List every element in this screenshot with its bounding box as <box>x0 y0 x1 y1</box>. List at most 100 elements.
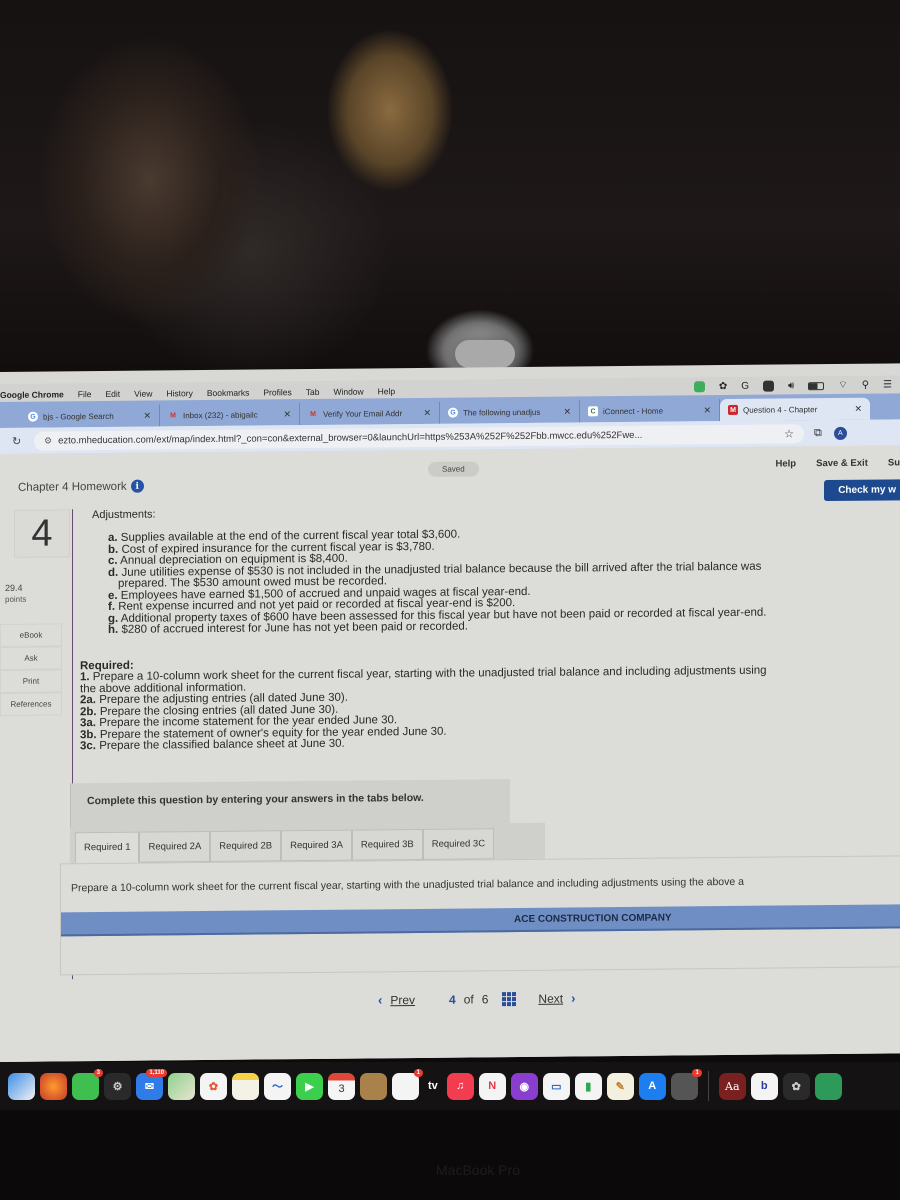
chatgpt-status-icon[interactable]: ✿ <box>719 381 727 392</box>
spotlight-search-icon[interactable]: ⚲ <box>862 380 869 391</box>
save-exit-link[interactable]: Save & Exit <box>816 458 868 469</box>
info-icon[interactable]: i <box>130 479 144 493</box>
references-link[interactable]: References <box>0 692 62 716</box>
pages-icon[interactable]: ✎ <box>606 1072 634 1100</box>
of-label: of <box>463 991 474 1007</box>
maps-icon[interactable] <box>168 1072 195 1100</box>
laptop-screen: Google Chrome File Edit View History Boo… <box>0 363 900 1062</box>
tab-required-3c[interactable]: Required 3C <box>422 828 495 860</box>
assignment-title: Chapter 4 Homework i <box>18 479 144 494</box>
required-section: Required: 1. Prepare a 10-column work sh… <box>80 653 900 753</box>
check-my-work-button[interactable]: Check my w <box>824 479 900 502</box>
podcasts-icon[interactable]: ◉ <box>510 1072 538 1100</box>
next-button[interactable]: Next <box>538 991 563 1005</box>
address-bar[interactable]: ⚙ ezto.mheducation.com/ext/map/index.htm… <box>34 423 804 451</box>
messages-icon[interactable]: 3 <box>72 1068 103 1100</box>
music-icon[interactable]: ♫ <box>446 1072 474 1100</box>
profile-avatar[interactable]: A <box>833 426 847 440</box>
system-settings-icon[interactable]: ⚙ <box>104 1072 131 1100</box>
bookmark-star-icon[interactable]: ☆ <box>784 427 794 440</box>
battery-icon[interactable] <box>808 381 825 390</box>
tab-gmail-inbox[interactable]: M Inbox (232) - abigailc ✕ <box>160 403 300 427</box>
reload-icon[interactable]: ↻ <box>12 434 26 447</box>
tab-label: Question 4 - Chapter <box>743 404 818 415</box>
close-icon[interactable]: ✕ <box>143 410 151 421</box>
item-text: $280 of accrued interest for June has no… <box>121 620 468 636</box>
submit-link[interactable]: Su <box>888 457 900 468</box>
menu-profiles[interactable]: Profiles <box>263 387 291 397</box>
mcgraw-hill-icon: M <box>728 404 738 416</box>
tab-required-3a[interactable]: Required 3A <box>281 829 352 862</box>
grammarly-status-icon[interactable]: G <box>741 381 749 392</box>
site-settings-icon[interactable]: ⚙ <box>44 435 52 446</box>
calendar-icon[interactable]: 3 <box>328 1072 355 1100</box>
photos-icon[interactable]: ✿ <box>200 1072 227 1100</box>
connect-icon: C <box>588 406 598 417</box>
points-label: points <box>5 594 27 604</box>
tab-required-1[interactable]: Required 1 <box>75 831 140 864</box>
tab-question-4[interactable]: M Question 4 - Chapter ✕ <box>720 397 870 422</box>
tab-required-2b[interactable]: Required 2B <box>210 830 282 862</box>
close-icon[interactable]: ✕ <box>854 403 862 414</box>
ask-link[interactable]: Ask <box>0 646 62 670</box>
chevron-left-icon[interactable]: ‹ <box>378 992 382 1007</box>
assignment-header: Chapter 4 Homework i Saved Help Save & E… <box>0 445 900 502</box>
status-app-icon[interactable] <box>693 381 705 393</box>
facetime-icon[interactable]: ▶ <box>296 1072 323 1100</box>
menu-app-name[interactable]: Google Chrome <box>0 389 64 400</box>
print-link[interactable]: Print <box>0 669 62 693</box>
dictionary-icon[interactable]: Aa <box>718 1072 746 1100</box>
notes-icon[interactable] <box>232 1072 259 1100</box>
menu-history[interactable]: History <box>166 388 192 398</box>
tab-google-search[interactable]: G bjs - Google Search ✕ <box>20 404 160 428</box>
close-icon[interactable]: ✕ <box>283 409 291 420</box>
tab-required-3b[interactable]: Required 3B <box>351 828 423 861</box>
bubble-app-icon[interactable]: b <box>750 1072 778 1100</box>
menu-edit[interactable]: Edit <box>105 389 120 399</box>
tab-required-2a[interactable]: Required 2A <box>139 830 211 863</box>
help-link[interactable]: Help <box>776 458 797 469</box>
calendar-day: 3 <box>338 1083 345 1095</box>
question-grid-icon[interactable] <box>502 991 517 1006</box>
close-icon[interactable]: ✕ <box>563 406 571 417</box>
menu-view[interactable]: View <box>134 389 152 399</box>
camera-housing <box>455 340 515 368</box>
apple-tv-icon[interactable]: tv <box>428 1080 438 1092</box>
control-center-icon[interactable]: ☰ <box>883 379 892 390</box>
chevron-right-icon[interactable]: › <box>571 990 575 1005</box>
volume-icon[interactable]: 🔊︎ <box>788 380 794 391</box>
ebook-link[interactable]: eBook <box>0 623 62 647</box>
tab-verify-email[interactable]: M Verify Your Email Addr ✕ <box>300 401 440 426</box>
menu-help[interactable]: Help <box>378 386 395 396</box>
assignment-title-text: Chapter 4 Homework <box>18 480 127 494</box>
mail-icon[interactable]: ✉ 1,110 <box>136 1068 167 1100</box>
close-icon[interactable]: ✕ <box>703 405 711 416</box>
news-icon[interactable]: N <box>478 1072 506 1100</box>
complete-prompt: Complete this question by entering your … <box>87 791 424 808</box>
close-icon[interactable]: ✕ <box>423 407 431 418</box>
url-text[interactable]: ezto.mheducation.com/ext/map/index.html?… <box>58 428 778 446</box>
menu-bookmarks[interactable]: Bookmarks <box>207 388 250 398</box>
prev-button[interactable]: Prev <box>390 993 415 1007</box>
reminders-icon[interactable]: 1 <box>392 1068 423 1100</box>
extensions-icon[interactable]: ⧉ <box>814 427 822 440</box>
wifi-icon[interactable]: ⌔ <box>838 379 847 392</box>
play-status-icon[interactable] <box>762 380 774 392</box>
freeform-icon[interactable]: 〜 <box>264 1072 291 1100</box>
tab-connect-home[interactable]: C iConnect - Home ✕ <box>580 399 720 423</box>
keynote-icon[interactable]: ▭ <box>542 1072 570 1100</box>
menu-window[interactable]: Window <box>333 387 363 397</box>
system-preferences-icon[interactable]: 1 <box>670 1068 702 1100</box>
gmail-icon: M <box>170 411 176 419</box>
firefox-icon[interactable] <box>40 1072 67 1100</box>
item-number: 2a. <box>80 694 96 707</box>
contacts-icon[interactable] <box>360 1072 387 1100</box>
menu-file[interactable]: File <box>78 389 92 399</box>
app-icon[interactable] <box>814 1072 842 1100</box>
tab-google-unadjusted[interactable]: G The following unadjus ✕ <box>440 400 580 424</box>
finder-icon[interactable] <box>8 1072 35 1100</box>
menu-tab[interactable]: Tab <box>306 387 320 397</box>
numbers-icon[interactable]: ▮ <box>574 1072 602 1100</box>
chatgpt-icon[interactable]: ✿ <box>782 1072 810 1100</box>
app-store-icon[interactable]: A <box>638 1072 666 1100</box>
